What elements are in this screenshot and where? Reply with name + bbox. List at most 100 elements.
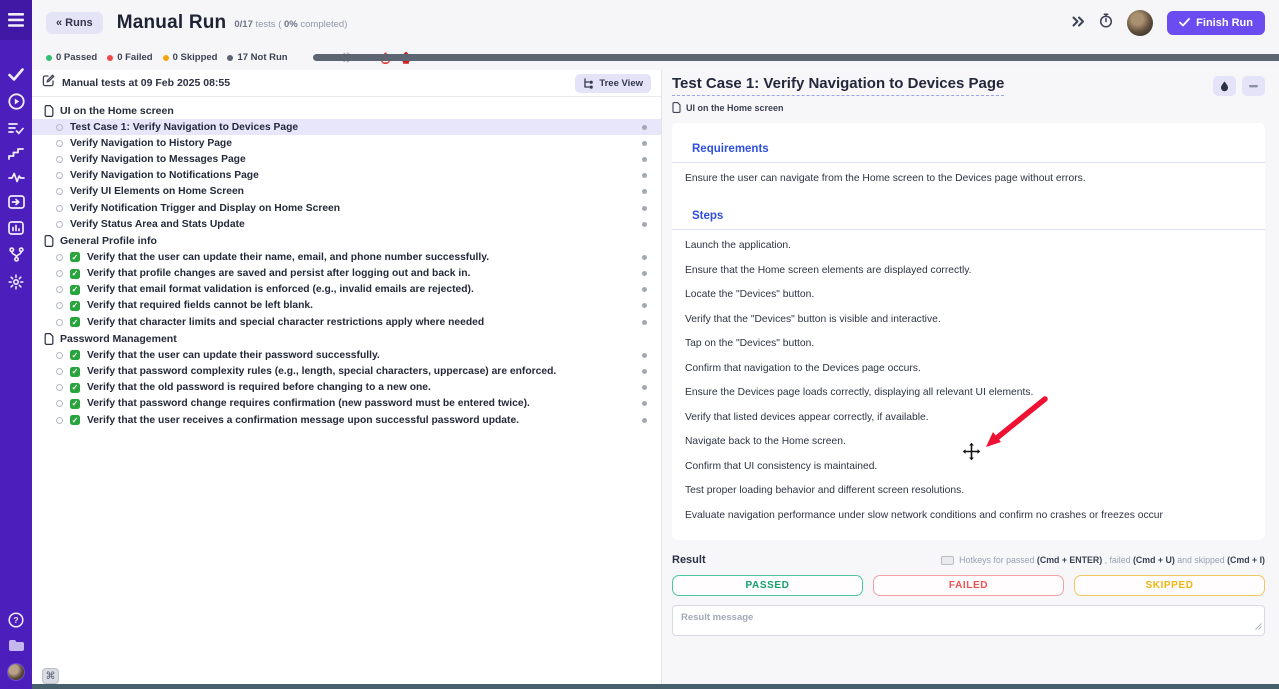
row-status-dot <box>642 353 647 358</box>
run-progress-summary: 0/17 tests ( 0% completed) <box>234 19 347 30</box>
test-case-row[interactable]: Verify Notification Trigger and Display … <box>32 200 661 216</box>
status-count-label: 17 Not Run <box>237 52 287 63</box>
tree-view-button[interactable]: Tree View <box>575 74 651 93</box>
status-circle-icon[interactable] <box>56 124 63 131</box>
status-circle-icon[interactable] <box>56 319 63 326</box>
droplet-button[interactable] <box>1213 76 1236 96</box>
status-circle-icon[interactable] <box>56 417 63 424</box>
status-circle-icon[interactable] <box>56 270 63 277</box>
suite-group-label: UI on the Home screen <box>60 105 174 117</box>
more-options-button[interactable] <box>1242 76 1265 96</box>
test-case-row[interactable]: ✓Verify that profile changes are saved a… <box>32 266 661 282</box>
row-status-dot <box>642 418 647 423</box>
status-dot-icon <box>163 55 169 61</box>
test-case-label: Verify that the user can update their na… <box>87 252 489 263</box>
text-segment: tests ( <box>253 19 284 30</box>
status-circle-icon[interactable] <box>56 205 63 212</box>
branch-icon[interactable] <box>9 247 24 262</box>
status-circle-icon[interactable] <box>56 384 63 391</box>
status-dot-icon <box>227 55 233 61</box>
status-circle-icon[interactable] <box>56 352 63 359</box>
help-icon[interactable]: ? <box>8 612 24 628</box>
test-case-row[interactable]: ✓Verify that the old password is require… <box>32 380 661 396</box>
test-case-row[interactable]: Verify Navigation to Messages Page <box>32 151 661 167</box>
steps-icon[interactable] <box>8 147 24 160</box>
step-text: Confirm that navigation to the Devices p… <box>672 363 1265 374</box>
report-icon[interactable] <box>8 221 24 235</box>
bottom-window-edge <box>32 684 1279 689</box>
gear-icon[interactable] <box>8 274 24 290</box>
step-text: Evaluate navigation performance under sl… <box>672 510 1265 521</box>
test-case-row[interactable]: ✓Verify that the user can update their n… <box>32 249 661 265</box>
status-circle-icon[interactable] <box>56 156 63 163</box>
status-count: 17 Not Run <box>227 52 287 63</box>
status-count: 0 Failed <box>107 52 152 63</box>
status-circle-icon[interactable] <box>56 302 63 309</box>
test-case-row[interactable]: ✓Verify that email format validation is … <box>32 282 661 298</box>
menu-icon[interactable] <box>0 0 32 40</box>
status-circle-icon[interactable] <box>56 368 63 375</box>
test-case-label: Verify Navigation to Notifications Page <box>70 170 259 181</box>
keyboard-icon <box>941 556 954 565</box>
row-status-dot <box>642 255 647 260</box>
back-to-runs-button[interactable]: « Runs <box>46 12 103 34</box>
test-case-row[interactable]: ✓Verify that password change requires co… <box>32 396 661 412</box>
play-circle-icon[interactable] <box>8 93 25 110</box>
status-circle-icon[interactable] <box>56 400 63 407</box>
user-avatar[interactable] <box>1127 10 1153 36</box>
status-count-label: 0 Skipped <box>173 52 218 63</box>
check-icon[interactable] <box>8 68 24 81</box>
edit-icon[interactable] <box>42 74 55 92</box>
folder-icon[interactable] <box>8 639 25 652</box>
suite-group-header[interactable]: UI on the Home screen <box>32 102 661 119</box>
text-segment: completed) <box>298 19 348 30</box>
result-message-input[interactable] <box>672 605 1265 636</box>
resize-grip-icon[interactable] <box>1255 617 1262 635</box>
test-case-label: Verify that the user receives a confirma… <box>87 415 519 426</box>
status-circle-icon[interactable] <box>56 188 63 195</box>
test-case-row[interactable]: ✓Verify that character limits and specia… <box>32 314 661 330</box>
test-case-row[interactable]: Verify Navigation to Notifications Page <box>32 168 661 184</box>
status-circle-icon[interactable] <box>56 286 63 293</box>
text-segment: (Cmd + I) <box>1227 555 1265 565</box>
skipped-button[interactable]: SKIPPED <box>1074 575 1265 596</box>
test-case-label: Verify that password complexity rules (e… <box>87 366 556 377</box>
test-case-row[interactable]: Test Case 1: Verify Navigation to Device… <box>32 119 661 135</box>
suite-group-header[interactable]: Password Management <box>32 330 661 347</box>
profile-avatar[interactable] <box>7 663 25 681</box>
command-key-badge[interactable]: ⌘ <box>42 668 59 684</box>
row-status-dot <box>642 385 647 390</box>
fast-forward-icon[interactable] <box>1072 14 1085 32</box>
status-circle-icon[interactable] <box>56 254 63 261</box>
row-status-dot <box>642 206 647 211</box>
status-dot-icon <box>107 55 113 61</box>
passed-button[interactable]: PASSED <box>672 575 863 596</box>
row-status-dot <box>642 287 647 292</box>
test-case-label: Verify that profile changes are saved an… <box>87 268 470 279</box>
activity-icon[interactable] <box>8 172 25 183</box>
test-case-row[interactable]: ✓Verify that password complexity rules (… <box>32 363 661 379</box>
document-icon <box>672 102 681 113</box>
test-case-row[interactable]: Verify UI Elements on Home Screen <box>32 184 661 200</box>
test-case-row[interactable]: ✓Verify that required fields cannot be l… <box>32 298 661 314</box>
test-case-row[interactable]: ✓Verify that the user can update their p… <box>32 347 661 363</box>
row-status-dot <box>642 320 647 325</box>
finish-run-button[interactable]: Finish Run <box>1167 11 1265 35</box>
sign-in-icon[interactable] <box>8 195 25 209</box>
test-case-row[interactable]: Verify Navigation to History Page <box>32 135 661 151</box>
status-circle-icon[interactable] <box>56 172 63 179</box>
svg-text:?: ? <box>13 615 18 625</box>
finish-run-label: Finish Run <box>1196 17 1253 29</box>
status-circle-icon[interactable] <box>56 221 63 228</box>
step-text: Verify that the "Devices" button is visi… <box>672 314 1265 325</box>
timer-icon[interactable] <box>1099 13 1113 33</box>
tree-view-label: Tree View <box>599 78 643 89</box>
checklist-icon[interactable] <box>8 122 24 135</box>
row-status-dot <box>642 173 647 178</box>
suite-group-header[interactable]: General Profile info <box>32 232 661 249</box>
status-circle-icon[interactable] <box>56 140 63 147</box>
test-case-row[interactable]: Verify Status Area and Stats Update <box>32 216 661 232</box>
test-case-row[interactable]: ✓Verify that the user receives a confirm… <box>32 412 661 428</box>
row-status-dot <box>642 189 647 194</box>
failed-button[interactable]: FAILED <box>873 575 1064 596</box>
